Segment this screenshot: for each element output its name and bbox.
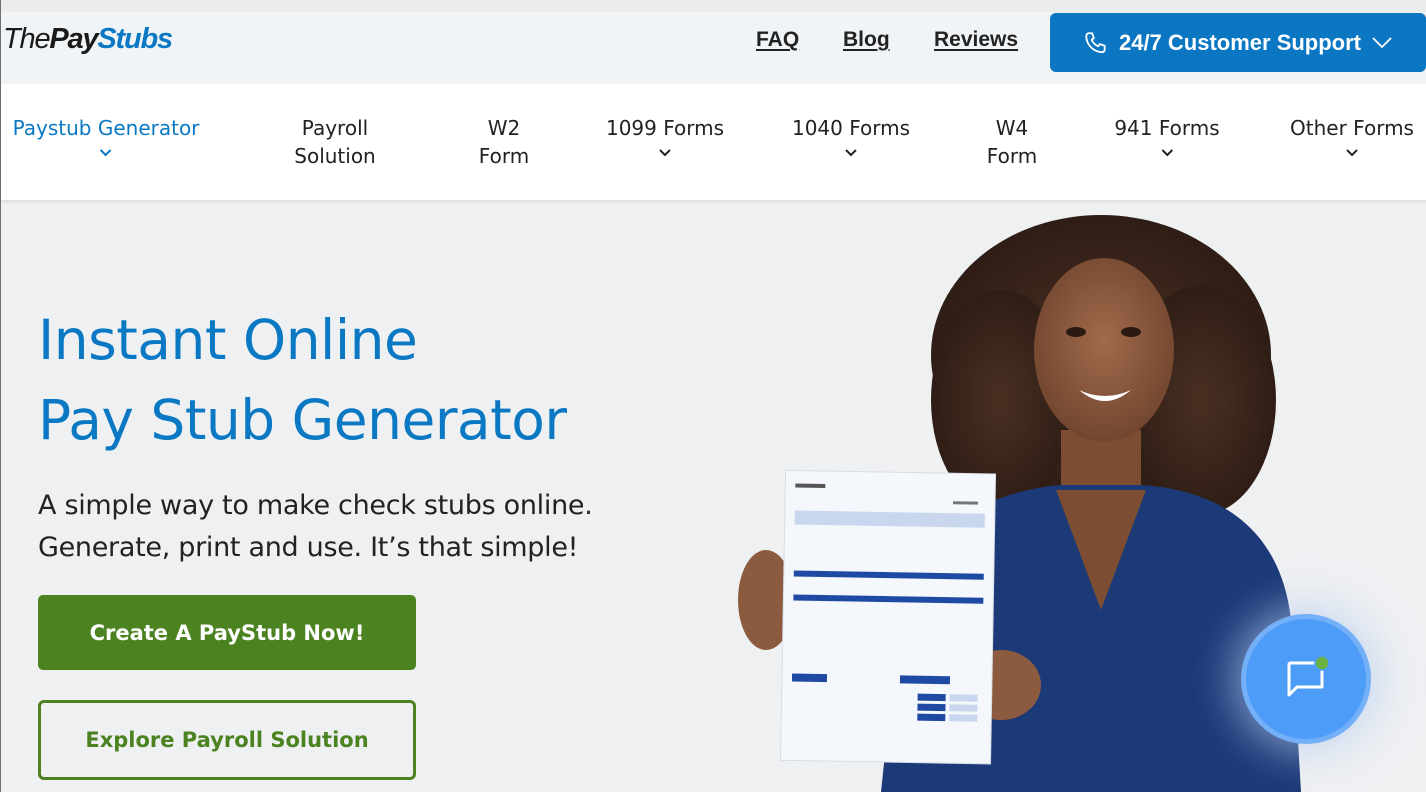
nav-item-1099-forms[interactable]: 1099 Forms <box>606 114 724 158</box>
chevron-down-icon <box>100 149 112 157</box>
browser-strip <box>1 0 1426 12</box>
nav-label: W4 <box>995 116 1029 140</box>
logo-the: The <box>3 23 51 55</box>
nav-label: 1040 Forms <box>791 116 911 140</box>
support-label: 24/7 Customer Support <box>1118 29 1362 55</box>
nav-label: 1099 Forms <box>605 116 725 140</box>
chat-widget-button[interactable] <box>1241 614 1371 744</box>
chat-bubble-icon <box>1287 655 1330 697</box>
explore-payroll-button[interactable]: Explore Payroll Solution <box>38 700 416 780</box>
nav-item-other-forms[interactable]: Other Forms <box>1290 114 1414 158</box>
customer-support-button[interactable]: 24/7 Customer Support <box>1050 13 1426 72</box>
chevron-down-icon <box>1161 149 1173 157</box>
hero-title-line2: Pay Stub Generator <box>38 388 567 452</box>
hero-subtitle-line2: Generate, print and use. It’s that simpl… <box>38 532 579 563</box>
nav-item-payroll-solution[interactable]: Payroll Solution <box>294 114 375 170</box>
chevron-down-icon <box>1372 36 1392 48</box>
blog-link[interactable]: Blog <box>843 28 890 52</box>
logo-stubs: Stubs <box>97 23 173 55</box>
reviews-link[interactable]: Reviews <box>934 28 1018 52</box>
nav-item-941-forms[interactable]: 941 Forms <box>1114 114 1220 158</box>
nav-label-line2: Form <box>478 144 530 168</box>
phone-icon <box>1085 31 1106 53</box>
nav-label-line2: Solution <box>294 144 376 168</box>
nav-item-paystub-generator[interactable]: Paystub Generator <box>12 114 200 158</box>
nav-label: Other Forms <box>1290 116 1414 140</box>
faq-link[interactable]: FAQ <box>756 28 799 52</box>
nav-item-w2-form[interactable]: W2 Form <box>479 114 529 170</box>
nav-item-1040-forms[interactable]: 1040 Forms <box>792 114 910 158</box>
create-paystub-button[interactable]: Create A PayStub Now! <box>38 595 416 670</box>
online-status-dot <box>1314 655 1330 671</box>
hero-title-line1: Instant Online <box>38 308 418 372</box>
chevron-down-icon <box>1346 149 1358 157</box>
hero-subtitle: A simple way to make check stubs online.… <box>38 485 593 569</box>
nav-label: W2 <box>487 116 521 140</box>
logo-pay: Pay <box>49 23 98 55</box>
nav-label: Payroll <box>301 116 369 140</box>
nav-item-w4-form[interactable]: W4 Form <box>987 114 1037 170</box>
hero-title: Instant Online Pay Stub Generator <box>38 300 567 460</box>
nav-label-line2: Form <box>986 144 1038 168</box>
site-logo[interactable]: ThePayStubs <box>3 22 173 56</box>
chevron-down-icon <box>659 149 671 157</box>
hero-subtitle-line1: A simple way to make check stubs online. <box>38 490 593 521</box>
nav-label: 941 Forms <box>1114 116 1220 140</box>
chevron-down-icon <box>845 149 857 157</box>
nav-label: Paystub Generator <box>12 116 200 140</box>
main-nav: Paystub Generator Payroll Solution W2 Fo… <box>1 84 1426 200</box>
